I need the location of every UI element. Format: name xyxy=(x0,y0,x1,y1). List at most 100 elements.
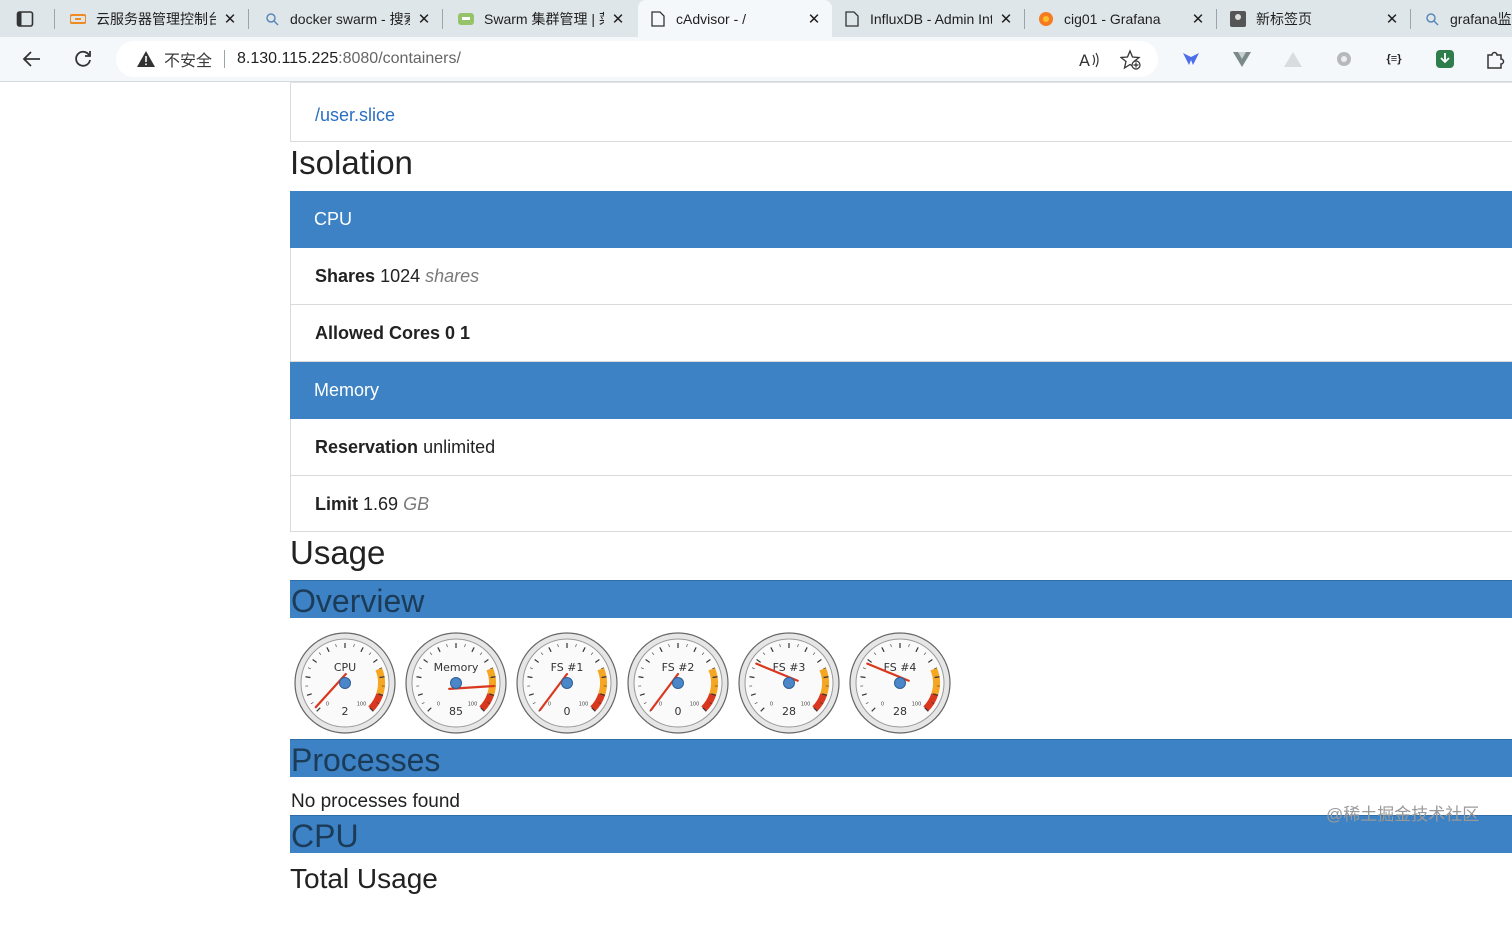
tab-influxdb[interactable]: InfluxDB - Admin Interface ✕ xyxy=(832,0,1024,37)
close-icon[interactable]: ✕ xyxy=(806,10,822,28)
gauge-max-label: 100 xyxy=(801,702,811,708)
gauge-fs2: 0 100 FS #2 0 xyxy=(626,631,730,735)
cpu-panel-heading: CPU xyxy=(290,191,1512,248)
tab-grafana-search[interactable]: grafana监控 xyxy=(1412,0,1512,37)
overview-heading: Overview xyxy=(290,580,1512,619)
gauge-value: 2 xyxy=(342,705,349,718)
gauge-tick xyxy=(527,676,533,679)
gauge-tick xyxy=(416,676,422,679)
subcontainer-link[interactable]: /user.slice xyxy=(315,105,395,126)
tab-docker-search[interactable]: docker swarm - 搜索 ✕ xyxy=(252,0,442,37)
gauge-value: 0 xyxy=(564,705,571,718)
gauge-value: 85 xyxy=(449,705,463,718)
gauge-hub xyxy=(561,677,573,689)
limit-value: 1.69 xyxy=(363,494,399,514)
window-menu-icon[interactable] xyxy=(14,8,36,30)
gauge-min-label: 0 xyxy=(326,702,329,708)
url-text[interactable]: 8.130.115.225:8080/containers/ xyxy=(237,50,461,68)
gauge-svg: 0 100FS #328 xyxy=(738,632,840,734)
gauge-min-label: 0 xyxy=(437,702,440,708)
gauge-tick xyxy=(823,676,829,679)
gauge-label: FS #1 xyxy=(551,661,584,674)
back-button[interactable] xyxy=(18,45,46,73)
reservation-label: Reservation xyxy=(315,437,419,457)
tab-newtab[interactable]: 新标签页 ✕ xyxy=(1218,0,1410,37)
watermark: @稀土掘金技术社区 xyxy=(1326,805,1480,824)
tab-aliyun[interactable]: 云服务器管理控制台 ✕ xyxy=(58,0,248,37)
gauge-max-label: 100 xyxy=(468,702,478,708)
tab-title: cig01 - Grafana xyxy=(1064,10,1161,27)
gauge-tick xyxy=(860,676,866,679)
address-bar[interactable]: 不安全 8.130.115.225:8080/containers/ A xyxy=(116,41,1158,77)
gauge-hub xyxy=(783,677,795,689)
extension-gear-icon[interactable] xyxy=(1333,48,1355,70)
tab-grafana[interactable]: cig01 - Grafana ✕ xyxy=(1026,0,1216,37)
extension-triangle-icon[interactable] xyxy=(1282,48,1304,70)
tab-separator xyxy=(1216,9,1217,29)
newtab-icon xyxy=(1230,10,1246,27)
gauge-hub xyxy=(672,677,684,689)
gauge-hub xyxy=(339,677,351,689)
processes-empty-text: No processes found xyxy=(291,791,460,812)
gauge-min-label: 0 xyxy=(659,702,662,708)
close-icon[interactable]: ✕ xyxy=(610,10,626,28)
tab-cadvisor[interactable]: cAdvisor - / ✕ xyxy=(638,0,832,37)
gauge-svg: 0 100FS #428 xyxy=(849,632,951,734)
gauge-min-label: 0 xyxy=(770,702,773,708)
cpu-shares-text: Shares 1024 shares xyxy=(315,266,479,287)
close-icon[interactable]: ✕ xyxy=(998,10,1014,28)
page-icon xyxy=(844,10,860,27)
divider xyxy=(224,50,226,68)
gauge-max-label: 100 xyxy=(579,702,589,708)
warning-icon[interactable] xyxy=(136,49,156,69)
tab-separator xyxy=(54,9,55,29)
refresh-button[interactable] xyxy=(69,45,97,73)
cores-value: 0 1 xyxy=(445,323,471,343)
gauge-fs1: 0 100 FS #1 0 xyxy=(515,631,619,735)
favorite-add-icon[interactable] xyxy=(1120,49,1142,71)
extensions-puzzle-icon[interactable] xyxy=(1484,48,1506,70)
tab-title: cAdvisor - / xyxy=(676,10,747,27)
extension-blue-icon[interactable] xyxy=(1180,48,1202,70)
processes-heading: Processes xyxy=(290,739,1512,778)
aliyun-icon xyxy=(70,11,86,27)
processes-label: Processes xyxy=(291,742,441,778)
gauge-tick xyxy=(638,676,644,679)
cpu-cores-text: Allowed Cores 0 1 xyxy=(315,323,470,344)
shares-unit: shares xyxy=(425,266,480,286)
gauge-max-label: 100 xyxy=(690,702,700,708)
tab-title: 新标签页 xyxy=(1256,10,1312,27)
tab-title: grafana监控 xyxy=(1450,10,1512,27)
gauge-fs3: 0 100 FS #3 28 xyxy=(737,631,841,735)
tab-swarm[interactable]: Swarm 集群管理 | 菜鸟 ✕ xyxy=(446,0,636,37)
close-icon[interactable]: ✕ xyxy=(416,10,432,28)
total-usage-title: Total Usage xyxy=(290,863,438,894)
gauge-svg: 0 100 Memory 85 xyxy=(405,632,507,734)
extension-download-icon[interactable] xyxy=(1434,48,1456,70)
gauge-value: 0 xyxy=(675,705,682,718)
close-icon[interactable]: ✕ xyxy=(1190,10,1206,28)
search-icon xyxy=(264,11,280,27)
isolation-title: Isolation xyxy=(290,144,413,181)
gauge-hub xyxy=(450,677,462,689)
gauge-tick xyxy=(934,676,940,679)
read-aloud-icon[interactable]: A xyxy=(1078,49,1100,71)
grafana-icon xyxy=(1038,11,1054,27)
close-icon[interactable]: ✕ xyxy=(222,10,238,28)
page-content: /user.slice Isolation CPU Shares 1024 sh… xyxy=(0,82,1512,929)
cpu-shares-row: Shares 1024 shares xyxy=(290,248,1512,305)
memory-panel-heading: Memory xyxy=(290,362,1512,419)
subcontainer-row: /user.slice xyxy=(290,82,1512,142)
gauge-label: Memory xyxy=(434,661,479,674)
memory-panel-label: Memory xyxy=(314,380,380,400)
gauge-min-label: 0 xyxy=(881,702,884,708)
extension-json-icon[interactable]: {≡} xyxy=(1383,48,1405,70)
url-path: :8080/containers/ xyxy=(338,50,461,67)
cores-label: Allowed Cores xyxy=(315,323,441,343)
close-icon[interactable]: ✕ xyxy=(1384,10,1400,28)
cpu-usage-label: CPU xyxy=(291,818,359,854)
limit-unit: GB xyxy=(403,494,430,514)
gauge-max-label: 100 xyxy=(357,702,367,708)
extension-vue-icon[interactable] xyxy=(1231,48,1253,70)
security-label[interactable]: 不安全 xyxy=(164,47,212,71)
